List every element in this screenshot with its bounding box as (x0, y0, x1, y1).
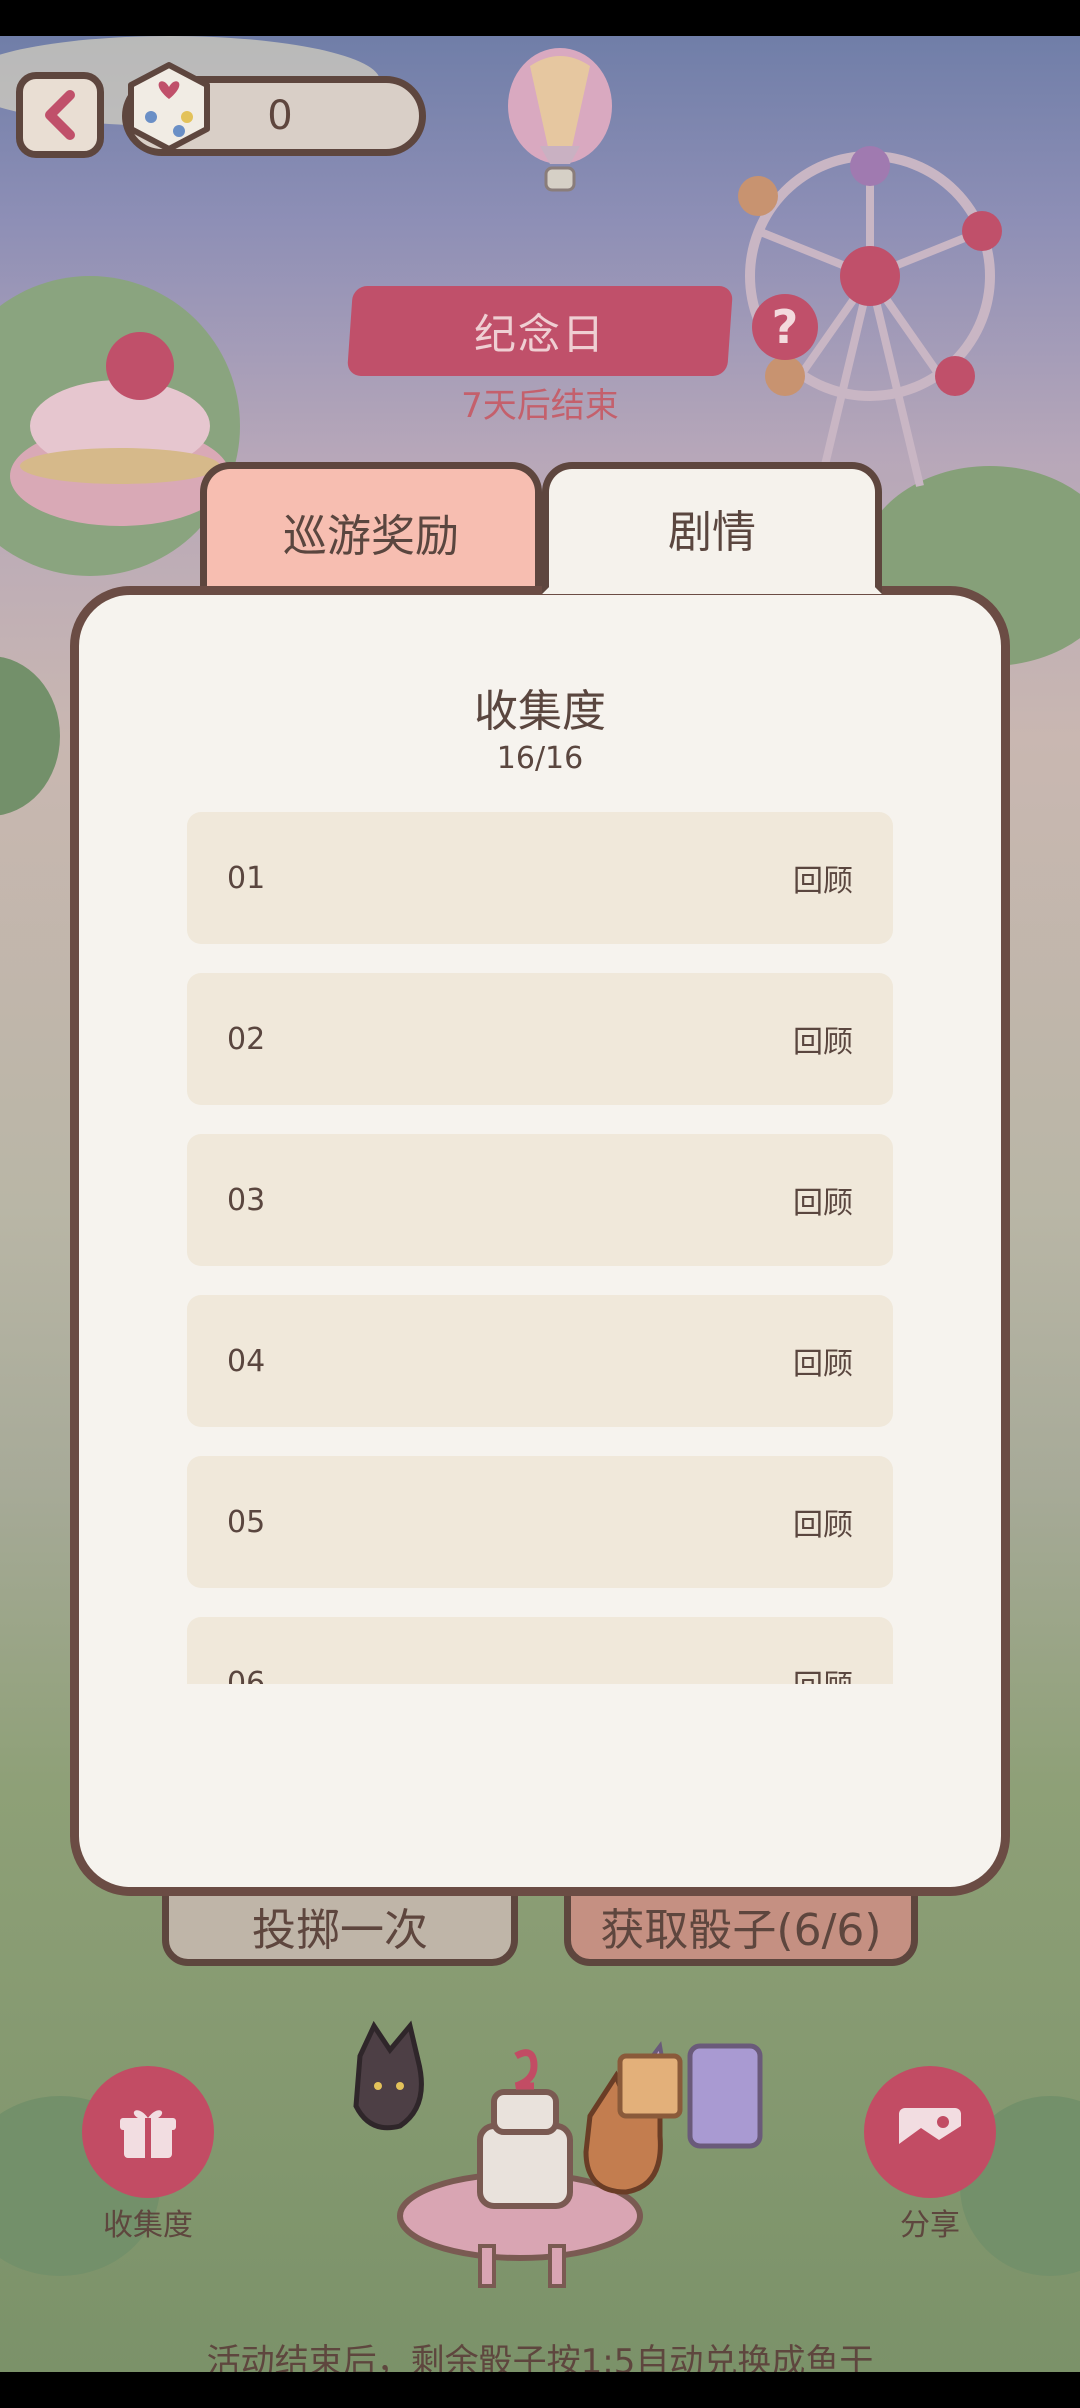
hot-air-balloon-illustration (508, 48, 612, 192)
event-title-banner: 纪念日 (346, 286, 734, 376)
tab-label: 剧情 (668, 507, 756, 558)
chapter-number: 05 (227, 1504, 266, 1540)
review-button[interactable]: 回顾 (793, 1500, 853, 1544)
chapter-row[interactable]: 04 回顾 (187, 1295, 893, 1427)
question-mark-icon: ? (771, 300, 799, 354)
chapter-row[interactable]: 05 回顾 (187, 1456, 893, 1588)
cats-birthday-cake-illustration (353, 2020, 763, 2288)
dice-icon (128, 62, 210, 152)
tab-label: 巡游奖励 (283, 510, 459, 562)
review-button[interactable]: 回顾 (793, 1661, 853, 1684)
review-button[interactable]: 回顾 (793, 1339, 853, 1383)
chapter-number: 02 (227, 1021, 266, 1057)
get-dice-label: 获取骰子(6/6) (600, 1905, 882, 1956)
chevron-left-icon (45, 90, 75, 140)
footer-note: 活动结束后，剩余骰子按1:5自动兑换成鱼干 (206, 2342, 874, 2372)
tab-parade-rewards[interactable]: 巡游奖励 (200, 462, 542, 594)
gift-icon (120, 2110, 176, 2158)
chapter-row[interactable]: 06 回顾 (187, 1617, 893, 1684)
throw-once-button[interactable]: 投掷一次 (162, 1886, 518, 1966)
chapter-number: 01 (227, 860, 266, 896)
chapter-number: 04 (227, 1343, 266, 1379)
chapter-row[interactable]: 03 回顾 (187, 1134, 893, 1266)
tab-story[interactable]: 剧情 (542, 462, 882, 594)
share-button[interactable] (864, 2066, 996, 2198)
collection-title: 收集度 (474, 686, 606, 737)
collection-progress: 16/16 (496, 741, 584, 776)
share-picture-icon (899, 2108, 961, 2156)
chapter-number: 06 (227, 1665, 266, 1685)
story-panel: 收集度 16/16 01 回顾 02 回顾 03 回顾 04 回顾 05 回顾 (70, 586, 1010, 1896)
event-countdown: 7天后结束 (461, 386, 619, 426)
review-button[interactable]: 回顾 (793, 1017, 853, 1061)
dice-count: 0 (267, 93, 293, 139)
dice-counter: 0 (122, 62, 426, 156)
collection-button[interactable] (82, 2066, 214, 2198)
share-button-label: 分享 (900, 2208, 960, 2243)
throw-once-label: 投掷一次 (252, 1905, 428, 1956)
collection-button-label: 收集度 (103, 2208, 193, 2243)
chapter-number: 03 (227, 1182, 266, 1218)
chapter-list[interactable]: 01 回顾 02 回顾 03 回顾 04 回顾 05 回顾 06 回顾 (187, 812, 893, 1684)
review-button[interactable]: 回顾 (793, 1178, 853, 1222)
review-button[interactable]: 回顾 (793, 856, 853, 900)
help-button[interactable]: ? (752, 294, 818, 360)
chapter-row[interactable]: 01 回顾 (187, 812, 893, 944)
event-title: 纪念日 (473, 309, 606, 359)
chapter-row[interactable]: 02 回顾 (187, 973, 893, 1105)
back-button[interactable] (16, 72, 104, 158)
event-scene: 0 纪念日 ? 7天后结束 巡游奖励 剧情 投掷一次 获取骰子(6/6) 收集度… (0, 36, 1080, 2372)
get-dice-button[interactable]: 获取骰子(6/6) (564, 1886, 918, 1966)
background-tree (0, 656, 60, 816)
